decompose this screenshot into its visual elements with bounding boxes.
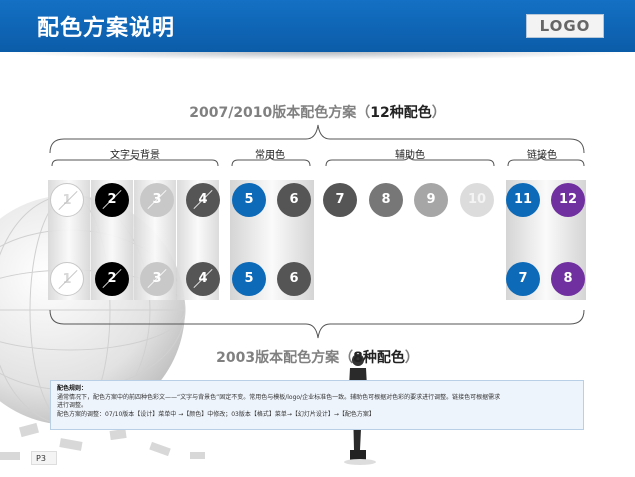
color-swatch-4: 4 xyxy=(186,183,220,217)
logo: LOGO xyxy=(526,14,604,38)
color-swatch-11: 11 xyxy=(506,183,540,217)
color-swatch-9: 9 xyxy=(414,183,448,217)
color-swatch-2003-5: 5 xyxy=(232,262,266,296)
group-label-common: 常用色 xyxy=(255,150,285,161)
header-shadow xyxy=(0,52,635,60)
color-swatch-2: 2 xyxy=(95,183,129,217)
color-swatch-6: 6 xyxy=(277,183,311,217)
rules-line-3: 配色方案的调整：07/10版本【设计】菜单中 →【颜色】中修改；03版本【格式】… xyxy=(57,410,375,418)
color-swatch-2003-4: 4 xyxy=(186,262,220,296)
color-swatch-8: 8 xyxy=(369,183,403,217)
color-swatch-12: 12 xyxy=(551,183,585,217)
color-swatch-1: 1 xyxy=(50,183,84,217)
color-swatch-2003-6: 6 xyxy=(277,262,311,296)
color-swatch-10: 10 xyxy=(460,183,494,217)
page-title: 配色方案说明 xyxy=(37,16,176,41)
color-swatch-7: 7 xyxy=(323,183,357,217)
color-swatch-2003-8: 8 xyxy=(551,262,585,296)
color-swatch-3: 3 xyxy=(140,183,174,217)
rules-title: 配色规则： xyxy=(57,385,88,392)
color-swatch-2003-1: 1 xyxy=(50,262,84,296)
group-label-link: 链接色 xyxy=(527,150,557,161)
scheme-2007-heading: 2007/2010版本配色方案（12种配色） xyxy=(189,105,446,121)
color-swatch-5: 5 xyxy=(232,183,266,217)
color-swatch-2003-2: 2 xyxy=(95,262,129,296)
color-swatch-2003-3: 3 xyxy=(140,262,174,296)
page-number: P3 xyxy=(31,451,57,465)
rules-line-2: 进行调整。 xyxy=(57,402,88,410)
color-rules-box: 配色规则： 通常情况下，配色方案中的前四种色彩文——“文字与背景色”固定不变。常… xyxy=(50,380,584,430)
group-label-auxiliary: 辅助色 xyxy=(395,150,425,161)
scheme-2003-heading: 2003版本配色方案（8种配色） xyxy=(216,350,419,366)
rules-line-1: 通常情况下，配色方案中的前四种色彩文——“文字与背景色”固定不变。常用色与模板/… xyxy=(57,393,501,401)
color-swatch-2003-7: 7 xyxy=(506,262,540,296)
group-label-text-bg: 文字与背景 xyxy=(110,150,160,161)
